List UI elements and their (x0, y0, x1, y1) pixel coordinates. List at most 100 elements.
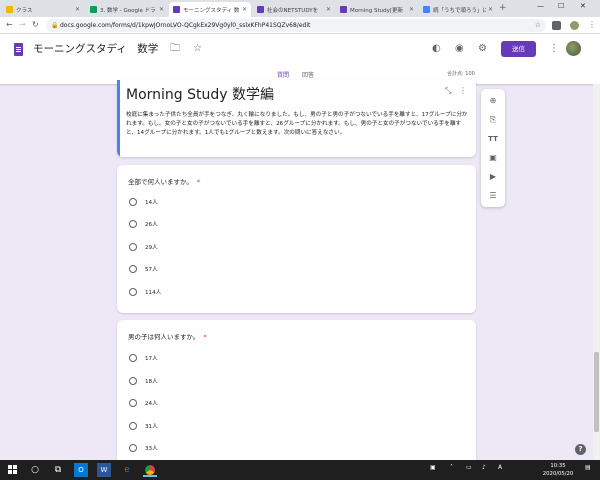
minimize-icon[interactable]: — (537, 2, 544, 10)
volume-icon[interactable]: ♪ (482, 464, 486, 471)
word-icon[interactable]: W (97, 463, 111, 477)
radio-button[interactable] (129, 265, 137, 273)
menu-icon[interactable]: ⋮ (588, 20, 596, 30)
tab-questions[interactable]: 質問 (277, 70, 289, 79)
send-button[interactable]: 送信 (501, 41, 536, 57)
option-row[interactable]: 29人 (129, 242, 158, 252)
windows-start-icon[interactable] (5, 463, 19, 477)
ime-icon[interactable]: A (498, 464, 502, 471)
more-options-icon[interactable]: ⋮ (549, 43, 559, 55)
radio-button[interactable] (129, 243, 137, 251)
forward-icon[interactable]: → (19, 20, 26, 30)
radio-button[interactable] (129, 444, 137, 452)
question-card[interactable]: 男の子は何人いますか。 * 17人 18人 24人 31人 33人 (117, 320, 476, 460)
option-row[interactable]: 114人 (129, 287, 161, 297)
outlook-icon[interactable]: O (74, 463, 88, 477)
browser-tab[interactable]: 3. 数学 - Google ドラ ✕ (86, 2, 168, 17)
palette-icon[interactable]: ◐ (432, 43, 441, 55)
close-icon[interactable]: ✕ (75, 6, 80, 13)
question-title[interactable]: 男の子は何人いますか。 * (128, 331, 207, 341)
new-tab-button[interactable]: + (499, 3, 507, 13)
tab-responses[interactable]: 回答 (302, 70, 314, 79)
close-icon[interactable]: ✕ (242, 6, 247, 13)
form-title-card[interactable]: Morning Study 数学編 ⤡ ⋮ 校庭に集まった子供たち全員が手をつな… (117, 80, 476, 157)
option-row[interactable]: 18人 (129, 376, 158, 386)
tab-label: クラス (16, 7, 33, 14)
option-row[interactable]: 33人 (129, 443, 158, 453)
profile-avatar[interactable] (570, 21, 579, 30)
help-icon[interactable]: ? (575, 444, 586, 455)
radio-button[interactable] (129, 377, 137, 385)
radio-button[interactable] (129, 220, 137, 228)
classroom-icon (6, 6, 13, 13)
radio-button[interactable] (129, 288, 137, 296)
close-icon[interactable]: ✕ (159, 6, 164, 13)
browser-tab[interactable]: 続「うちで頑ろう」にチ ✕ (419, 2, 497, 17)
chrome-icon[interactable] (143, 463, 157, 477)
network-icon[interactable]: ▭ (466, 464, 472, 471)
add-video-icon[interactable]: ▶ (481, 172, 505, 182)
close-icon[interactable]: ✕ (488, 6, 493, 13)
maximize-icon[interactable]: ☐ (558, 2, 564, 10)
option-row[interactable]: 17人 (129, 353, 158, 363)
question-title[interactable]: 全部で何人いますか。 * (128, 176, 200, 186)
bookmark-star-icon[interactable]: ☆ (535, 19, 541, 32)
chevron-up-icon[interactable]: ˄ (450, 464, 453, 471)
tab-label: 3. 数学 - Google ドラ (100, 7, 156, 14)
url-text: docs.google.com/forms/d/1kpwJOrnoLVO-QCg… (60, 22, 311, 29)
form-title[interactable]: Morning Study 数学編 (126, 86, 274, 104)
option-row[interactable]: 24人 (129, 398, 158, 408)
more-vert-icon[interactable]: ⋮ (459, 86, 467, 95)
option-row[interactable]: 14人 (129, 197, 158, 207)
radio-button[interactable] (129, 354, 137, 362)
radio-button[interactable] (129, 399, 137, 407)
star-icon[interactable]: ☆ (193, 43, 202, 55)
task-view-icon[interactable]: ⧉ (51, 463, 65, 477)
option-row[interactable]: 31人 (129, 421, 158, 431)
notification-icon[interactable]: ▤ (585, 464, 591, 471)
edge-icon[interactable]: e (120, 463, 134, 477)
collapse-icon[interactable]: ⤡ (445, 86, 451, 96)
import-questions-icon[interactable]: ⎘ (481, 115, 505, 125)
option-label: 31人 (145, 424, 158, 430)
add-question-icon[interactable]: ⊕ (481, 96, 505, 106)
close-window-icon[interactable]: ✕ (580, 2, 586, 10)
option-label: 29人 (145, 245, 158, 251)
forms-logo-icon[interactable] (14, 43, 23, 56)
clock-date: 2020/05/20 (542, 471, 574, 477)
option-label: 18人 (145, 379, 158, 385)
form-document-title[interactable]: モーニングスタディ 数学 (33, 41, 158, 57)
preview-eye-icon[interactable]: ◉ (455, 43, 464, 55)
extension-icon[interactable] (552, 21, 561, 30)
forms-header: モーニングスタディ 数学 🗀 ☆ ◐ ◉ ⚙ 送信 ⋮ 質問 回答 合計点: 1… (0, 34, 600, 84)
browser-tab-strip: クラス ✕ 3. 数学 - Google ドラ ✕ モーニングスタディ 数 ✕ … (0, 0, 600, 17)
browser-tab[interactable]: 社会のNETSTUDYを ✕ (253, 2, 335, 17)
close-icon[interactable]: ✕ (409, 6, 414, 13)
radio-button[interactable] (129, 422, 137, 430)
form-description[interactable]: 校庭に集まった子供たち全員が手をつなぎ、丸く輪になりました。もし、男の子と男の子… (126, 111, 471, 138)
option-row[interactable]: 26人 (129, 219, 158, 229)
scrollbar-thumb[interactable] (594, 352, 599, 432)
back-icon[interactable]: ← (6, 20, 13, 30)
add-image-icon[interactable]: ▣ (481, 153, 505, 163)
reload-icon[interactable]: ↻ (32, 20, 39, 30)
page-icon (423, 6, 430, 13)
close-icon[interactable]: ✕ (326, 6, 331, 13)
settings-gear-icon[interactable]: ⚙ (478, 43, 487, 55)
browser-tab-active[interactable]: モーニングスタディ 数 ✕ (169, 2, 251, 17)
browser-tab[interactable]: クラス ✕ (2, 2, 84, 17)
url-bar[interactable]: 🔒 docs.google.com/forms/d/1kpwJOrnoLVO-Q… (46, 19, 546, 32)
radio-button[interactable] (129, 198, 137, 206)
browser-tab[interactable]: Morning Study[更新 ✕ (336, 2, 418, 17)
avatar[interactable] (566, 41, 581, 56)
page-scrollbar[interactable] (593, 84, 600, 460)
drive-icon (90, 6, 97, 13)
search-icon[interactable]: ○ (28, 463, 42, 477)
taskbar-clock[interactable]: 10:35 2020/05/20 (538, 462, 578, 478)
add-title-icon[interactable]: TT (481, 134, 505, 144)
photos-tray-icon[interactable]: ▣ (430, 464, 436, 471)
option-row[interactable]: 57人 (129, 264, 158, 274)
question-card[interactable]: 全部で何人いますか。 * 14人 26人 29人 57人 114人 (117, 165, 476, 313)
add-section-icon[interactable]: ☰ (481, 191, 505, 201)
folder-icon[interactable]: 🗀 (170, 43, 180, 55)
